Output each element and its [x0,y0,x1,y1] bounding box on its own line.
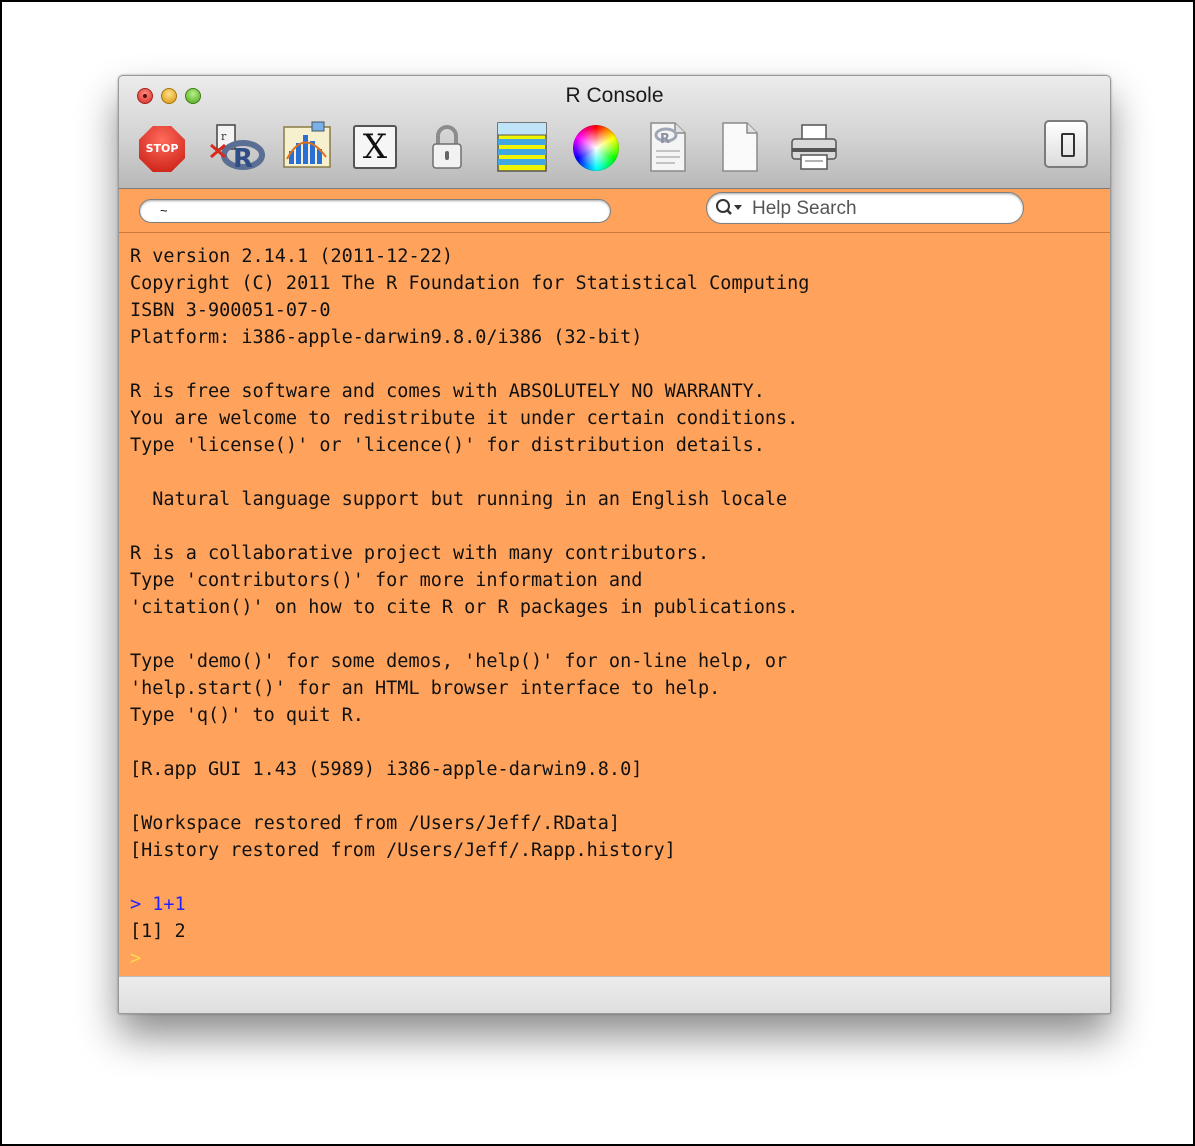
r-console-window: R Console STOP r R X R ~ Help Search R v… [118,75,1111,1014]
console-line: ISBN 3-900051-07-0 [130,300,331,321]
print-icon[interactable] [789,121,839,173]
quartz-graphics-icon[interactable] [282,121,332,173]
console-line: [R.app GUI 1.43 (5989) i386-apple-darwin… [130,759,643,780]
console-line: 'citation()' on how to cite R or R packa… [130,597,799,618]
console-line: [1] 2 [130,921,186,942]
path-and-search-bar: ~ Help Search [119,189,1110,233]
console-output[interactable]: R version 2.14.1 (2011-12-22) Copyright (… [119,233,1110,976]
data-editor-icon[interactable] [496,121,548,173]
x11-icon[interactable]: X [353,125,397,169]
svg-text:R: R [660,132,670,147]
window-title: R Console [565,84,664,107]
color-picker-icon[interactable] [573,125,619,171]
screenshot-frame: R Console STOP r R X R ~ Help Search R v… [0,0,1195,1146]
console-input-line: > 1+1 [130,894,186,915]
search-icon[interactable] [715,198,743,218]
console-line: [Workspace restored from /Users/Jeff/.RD… [130,813,621,834]
status-bar [119,976,1110,1013]
console-line: You are welcome to redistribute it under… [130,408,799,429]
console-line: Type 'contributors()' for more informati… [130,570,643,591]
help-search-field[interactable]: Help Search [706,192,1024,224]
console-line: Copyright (C) 2011 The R Foundation for … [130,273,810,294]
console-line: R is a collaborative project with many c… [130,543,710,564]
open-document-icon[interactable]: R [647,121,689,173]
console-line: R version 2.14.1 (2011-12-22) [130,246,454,267]
new-document-icon[interactable] [719,121,761,173]
console-line: 'help.start()' for an HTML browser inter… [130,678,721,699]
svg-text:r: r [221,130,227,143]
console-line: Natural language support but running in … [130,489,788,510]
console-line: Platform: i386-apple-darwin9.8.0/i386 (3… [130,327,643,348]
console-line: Type 'demo()' for some demos, 'help()' f… [130,651,788,672]
console-line: Type 'q()' to quit R. [130,705,364,726]
toggle-drawer-icon[interactable] [1044,120,1088,168]
lock-icon[interactable] [430,121,464,173]
console-prompt: > [130,948,142,969]
help-search-placeholder: Help Search [752,198,857,219]
console-line: R is free software and comes with ABSOLU… [130,381,765,402]
source-script-icon[interactable]: r R [207,121,265,174]
title-bar[interactable]: R Console STOP r R X R [119,76,1110,189]
console-line: [History restored from /Users/Jeff/.Rapp… [130,840,676,861]
stop-icon[interactable]: STOP [139,126,185,172]
svg-text:R: R [233,144,253,173]
working-directory-field[interactable]: ~ [139,199,611,223]
console-line: Type 'license()' or 'licence()' for dist… [130,435,765,456]
